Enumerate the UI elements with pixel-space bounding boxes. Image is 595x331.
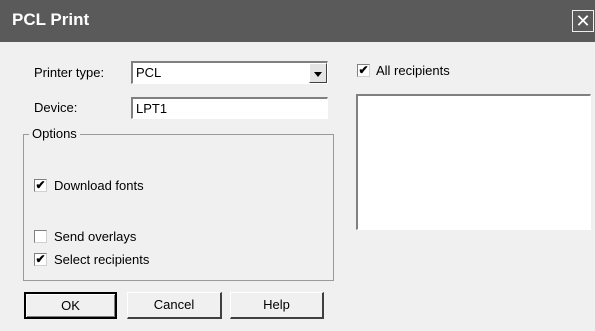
window-title: PCL Print: [12, 10, 90, 29]
pcl-print-dialog: PCL Print ✕ Printer type: PCL Device: LP…: [0, 0, 595, 331]
printer-type-label: Printer type:: [34, 65, 105, 80]
title-bar[interactable]: PCL Print ✕: [0, 0, 595, 42]
options-legend: Options: [29, 126, 80, 141]
device-input[interactable]: LPT1: [131, 97, 328, 119]
recipients-list[interactable]: [356, 94, 591, 230]
download-fonts-checkbox[interactable]: ✔: [34, 179, 47, 192]
printer-type-select[interactable]: PCL: [131, 61, 328, 84]
cancel-button[interactable]: Cancel: [127, 292, 222, 319]
all-recipients-label: All recipients: [376, 63, 450, 78]
send-overlays-label: Send overlays: [54, 229, 137, 244]
ok-button[interactable]: OK: [24, 292, 117, 319]
select-recipients-checkbox[interactable]: ✔: [34, 253, 47, 266]
help-button[interactable]: Help: [230, 292, 324, 319]
all-recipients-checkbox[interactable]: ✔: [357, 64, 370, 77]
device-label: Device:: [34, 100, 78, 115]
close-icon[interactable]: ✕: [572, 10, 594, 32]
printer-type-value: PCL: [136, 65, 162, 80]
download-fonts-label: Download fonts: [54, 178, 144, 193]
device-value: LPT1: [136, 101, 168, 116]
select-recipients-label: Select recipients: [54, 252, 150, 267]
chevron-down-icon[interactable]: [309, 63, 327, 83]
send-overlays-checkbox[interactable]: [34, 230, 47, 243]
